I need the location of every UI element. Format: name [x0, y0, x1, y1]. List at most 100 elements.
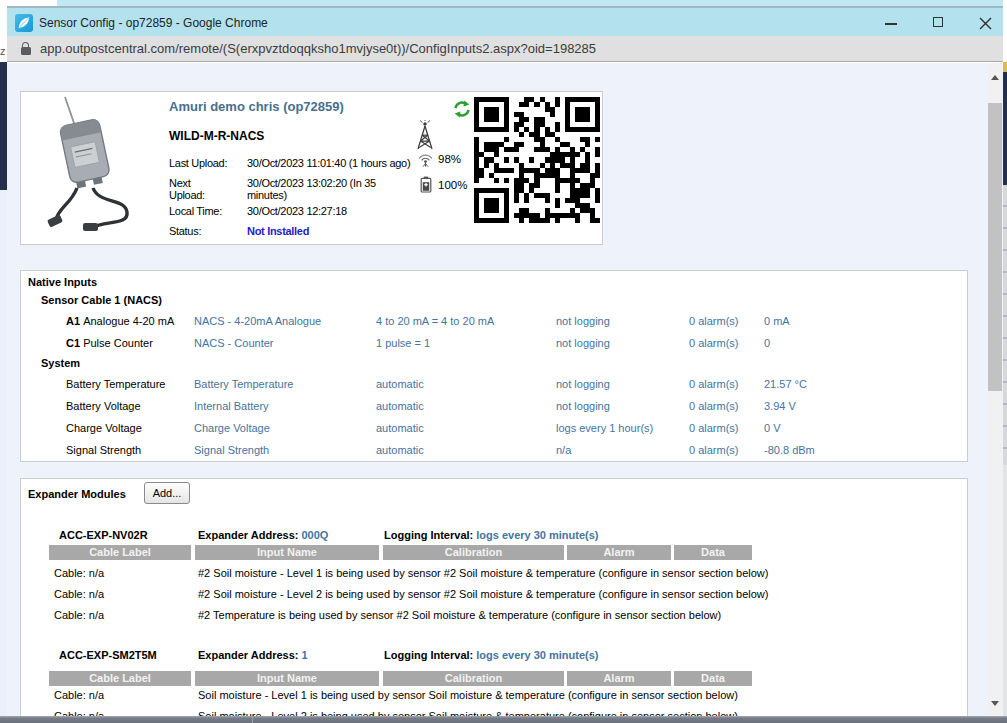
table-header-alarm: Alarm: [567, 671, 671, 686]
alarms-link[interactable]: 0 alarm(s): [689, 337, 739, 349]
refresh-icon[interactable]: [453, 100, 471, 118]
expander-modules-panel: Expander Modules Add... ACC-EXP-NV02R Exp…: [20, 478, 968, 716]
background-window-right-accent: [1003, 62, 1007, 72]
device-fields: Last Upload:30/Oct/2023 11:01:40 (1 hour…: [169, 157, 410, 245]
input-name-link[interactable]: NACS - Counter: [194, 337, 273, 349]
signal-percent: 98%: [438, 153, 461, 165]
data-value-link[interactable]: 0: [764, 337, 770, 349]
add-expander-button[interactable]: Add...: [144, 482, 190, 504]
background-window-right: [1003, 72, 1007, 185]
input-label: C1 Pulse Counter: [66, 337, 153, 349]
calibration-link[interactable]: automatic: [376, 444, 424, 456]
outpost-leaf-favicon: [15, 14, 33, 32]
calibration-link[interactable]: 4 to 20 mA = 4 to 20 mA: [376, 315, 494, 327]
table-header-input-name: Input Name: [195, 545, 379, 560]
group-title: System: [41, 357, 80, 369]
background-window-right-rows: [1003, 185, 1007, 465]
data-value-link[interactable]: 0 mA: [764, 315, 790, 327]
alarms-link[interactable]: 0 alarm(s): [689, 422, 739, 434]
close-button[interactable]: [970, 8, 1000, 38]
calibration-link[interactable]: automatic: [376, 422, 424, 434]
window-title: Sensor Config - op72859 - Google Chrome: [39, 8, 268, 38]
logging-link[interactable]: logs every 1 hour(s): [556, 422, 653, 434]
data-value-link[interactable]: 0 V: [764, 422, 781, 434]
device-model: WILD-M-R-NACS: [169, 129, 264, 143]
url-text: app.outpostcentral.com/remote/(S(erxpvzt…: [40, 36, 596, 61]
data-value-link[interactable]: 21.57 °C: [764, 378, 807, 390]
vertical-scrollbar[interactable]: [988, 63, 1002, 716]
device-summary-panel: Amuri demo chris (op72859) WILD-M-R-NACS…: [20, 91, 603, 245]
logging-link[interactable]: not logging: [556, 315, 610, 327]
input-name-link[interactable]: Battery Temperature: [194, 378, 293, 390]
input-label: A1 Analogue 4-20 mA: [66, 315, 174, 327]
expander-modules-title: Expander Modules: [28, 488, 126, 500]
chrome-popup-window: Sensor Config - op72859 - Google Chrome …: [7, 6, 1003, 716]
input-label: Battery Temperature: [66, 378, 165, 390]
device-photo: [41, 92, 159, 244]
table-header-cable-label: Cable Label: [49, 671, 191, 686]
lock-icon[interactable]: [20, 42, 31, 55]
qr-code: [474, 97, 600, 223]
input-description: #2 Soil moisture - Level 1 is being used…: [198, 567, 768, 579]
logging-link[interactable]: not logging: [556, 378, 610, 390]
logging-interval-label: Logging Interval:: [384, 649, 473, 661]
expander-address-label: Expander Address:: [198, 529, 298, 541]
data-value-link[interactable]: -80.8 dBm: [764, 444, 815, 456]
battery-percent: 100%: [438, 179, 467, 191]
cable-label: Cable: n/a: [54, 689, 104, 701]
scrollbar-up-arrow[interactable]: [991, 75, 999, 80]
calibration-link[interactable]: 1 pulse = 1: [376, 337, 430, 349]
minimize-button[interactable]: [876, 8, 906, 38]
input-name-link[interactable]: Internal Battery: [194, 400, 269, 412]
alarms-link[interactable]: 0 alarm(s): [689, 378, 739, 390]
expander-address-value[interactable]: 1: [301, 649, 307, 661]
background-window-left: [0, 62, 7, 190]
taskbar-edge: [0, 716, 1007, 723]
background-window-right-lower: [1003, 465, 1007, 716]
field-status: Status:Not Installed: [169, 225, 410, 245]
input-label: Charge Voltage: [66, 422, 142, 434]
alarms-link[interactable]: 0 alarm(s): [689, 400, 739, 412]
scrollbar-down-arrow[interactable]: [991, 701, 999, 706]
background-window-left-lower: [0, 190, 7, 716]
cable-label: Cable: n/a: [54, 609, 104, 621]
expander-model: ACC-EXP-NV02R: [59, 529, 148, 541]
logging-interval-value[interactable]: logs every 30 minute(s): [476, 529, 598, 541]
maximize-button[interactable]: [923, 8, 953, 38]
background-text-fragment: z: [0, 45, 7, 59]
field-last-upload: Last Upload:30/Oct/2023 11:01:40 (1 hour…: [169, 157, 410, 177]
alarms-link[interactable]: 0 alarm(s): [689, 315, 739, 327]
logging-link[interactable]: not logging: [556, 337, 610, 349]
logging-interval-label: Logging Interval:: [384, 529, 473, 541]
signal-strength-icon: [417, 153, 434, 167]
cable-label: Cable: n/a: [54, 567, 104, 579]
expander-address-label: Expander Address:: [198, 649, 298, 661]
input-description: #2 Temperature is being used by sensor #…: [198, 609, 721, 621]
input-description: #2 Soil moisture - Level 2 is being used…: [198, 588, 768, 600]
input-name-link[interactable]: Charge Voltage: [194, 422, 270, 434]
expander-model: ACC-EXP-SM2T5M: [59, 649, 157, 661]
url-bar[interactable]: app.outpostcentral.com/remote/(S(erxpvzt…: [7, 36, 1003, 62]
field-local-time: Local Time:30/Oct/2023 12:27:18: [169, 205, 410, 225]
expander-address-value[interactable]: 000Q: [301, 529, 328, 541]
alarms-link[interactable]: 0 alarm(s): [689, 444, 739, 456]
scrollbar-thumb[interactable]: [988, 103, 1002, 391]
data-value-link[interactable]: 3.94 V: [764, 400, 796, 412]
device-name: Amuri demo chris (op72859): [169, 99, 344, 114]
calibration-link[interactable]: automatic: [376, 400, 424, 412]
table-header-calibration: Calibration: [383, 545, 564, 560]
battery-icon: [420, 176, 432, 193]
table-header-data: Data: [674, 545, 752, 560]
logging-interval-value[interactable]: logs every 30 minute(s): [476, 649, 598, 661]
page-content: Amuri demo chris (op72859) WILD-M-R-NACS…: [7, 63, 1003, 716]
input-name-link[interactable]: Signal Strength: [194, 444, 269, 456]
input-name-link[interactable]: NACS - 4-20mA Analogue: [194, 315, 321, 327]
input-description: Soil moisture - Level 1 is being used by…: [198, 689, 738, 701]
calibration-link[interactable]: automatic: [376, 378, 424, 390]
logging-link[interactable]: n/a: [556, 444, 571, 456]
table-header-data: Data: [674, 671, 752, 686]
logging-link[interactable]: not logging: [556, 400, 610, 412]
group-title: Sensor Cable 1 (NACS): [41, 294, 162, 306]
table-header-input-name: Input Name: [195, 671, 379, 686]
native-inputs-panel: Native Inputs Sensor Cable 1 (NACS)A1 An…: [20, 270, 968, 462]
